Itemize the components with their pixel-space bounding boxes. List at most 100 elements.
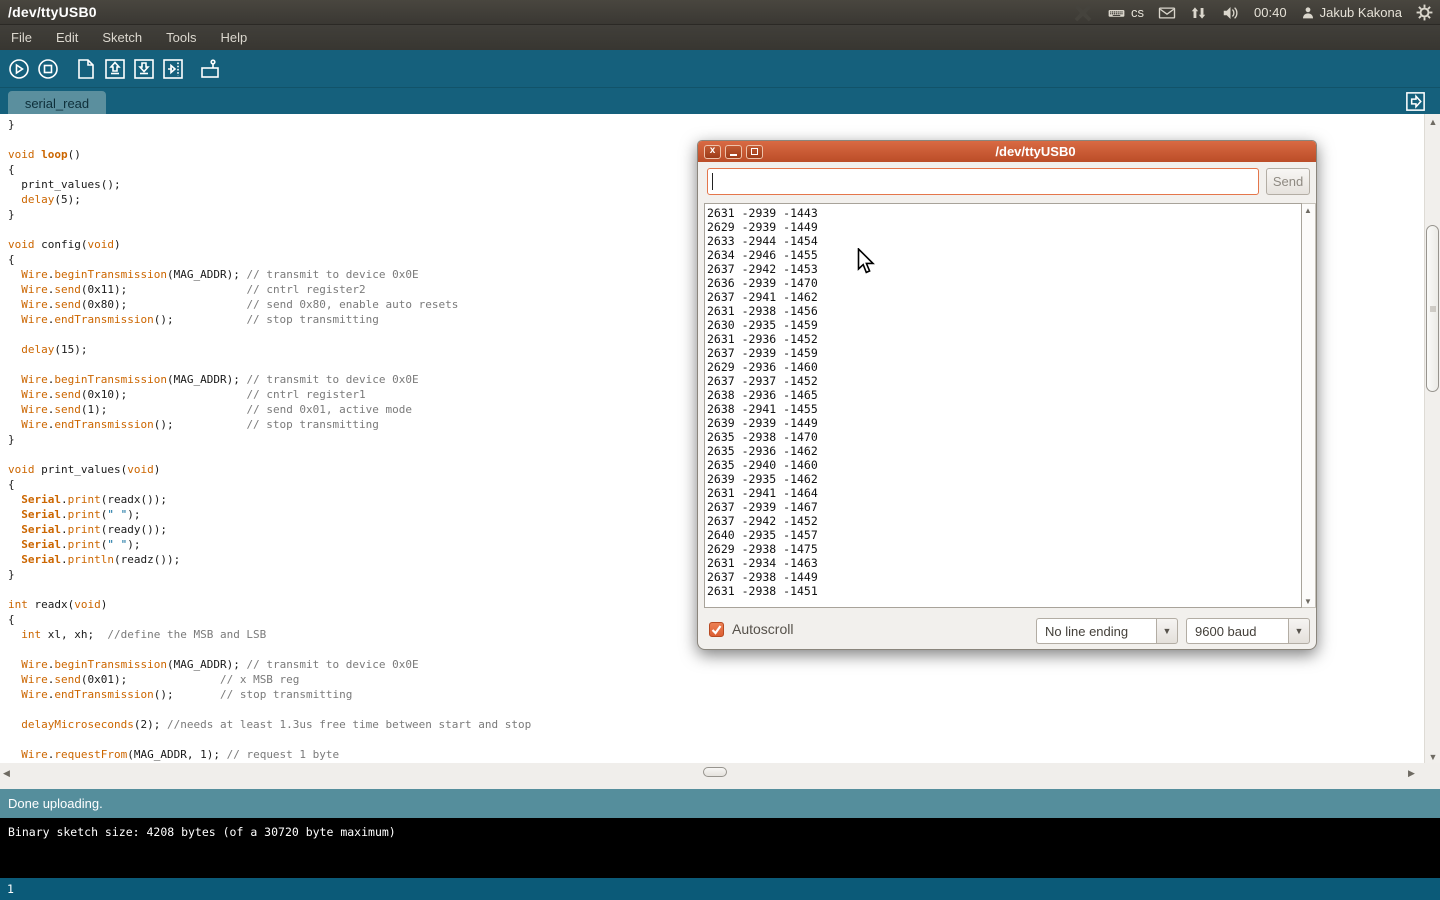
- serial-row: 2637 -2938 -1449: [707, 570, 1301, 584]
- console-output: Binary sketch size: 4208 bytes (of a 307…: [0, 818, 1440, 878]
- tray-user-menu[interactable]: Jakub Kakona: [1300, 0, 1402, 25]
- verify-button[interactable]: [7, 57, 31, 81]
- new-sketch-button[interactable]: [74, 57, 98, 81]
- tray-sync-arrows[interactable]: [1190, 0, 1207, 25]
- serial-window-title: /dev/ttyUSB0: [763, 144, 1316, 159]
- tray-drivers-pinwheel[interactable]: [1073, 0, 1093, 25]
- save-sketch-button[interactable]: [132, 57, 156, 81]
- scroll-grip-icon: [1430, 306, 1436, 311]
- clock-label: 00:40: [1254, 5, 1287, 20]
- editor-vscroll-thumb[interactable]: [1426, 225, 1439, 392]
- serial-row: 2631 -2941 -1464: [707, 486, 1301, 500]
- serial-bottom-bar: Autoscroll No line ending ▼ 9600 baud ▼: [698, 616, 1316, 651]
- chevron-down-icon[interactable]: ▼: [1288, 618, 1310, 644]
- tray-session-gear[interactable]: [1415, 0, 1434, 25]
- system-tray: cs 00:40 Jakub Kakona: [1073, 0, 1434, 25]
- tab-menu-arrow-icon: [1404, 90, 1427, 113]
- serial-monitor-icon: [198, 57, 222, 81]
- serial-row: 2630 -2935 -1459: [707, 318, 1301, 332]
- stop-button[interactable]: [36, 57, 60, 81]
- drivers-pinwheel-icon: [1073, 3, 1093, 23]
- arrow-cursor-icon: [857, 248, 876, 276]
- line-indicator: 1: [7, 882, 14, 896]
- scroll-left-arrow-icon[interactable]: ◀: [3, 768, 10, 779]
- menu-item-tools[interactable]: Tools: [166, 30, 196, 45]
- editor-horizontal-scrollbar[interactable]: ◀ ▶: [0, 763, 1440, 789]
- serial-row: 2629 -2938 -1475: [707, 542, 1301, 556]
- code-line: [8, 732, 1424, 747]
- tab-menu-button[interactable]: [1404, 90, 1427, 113]
- upload-icon: [161, 57, 185, 81]
- serial-send-input[interactable]: [707, 168, 1259, 195]
- maximize-button[interactable]: [746, 145, 763, 159]
- serial-row: 2631 -2936 -1452: [707, 332, 1301, 346]
- serial-window-titlebar[interactable]: x /dev/ttyUSB0: [698, 141, 1316, 162]
- scroll-down-arrow-icon[interactable]: ▼: [1425, 752, 1440, 762]
- serial-row: 2639 -2939 -1449: [707, 416, 1301, 430]
- tray-volume-speaker[interactable]: [1220, 0, 1241, 25]
- serial-row: 2631 -2934 -1463: [707, 556, 1301, 570]
- ide-toolbar: [0, 50, 1440, 87]
- serial-row: 2636 -2939 -1470: [707, 276, 1301, 290]
- menu-item-sketch[interactable]: Sketch: [102, 30, 142, 45]
- serial-row: 2634 -2946 -1455: [707, 248, 1301, 262]
- serial-row: 2637 -2939 -1459: [707, 346, 1301, 360]
- mouse-cursor: [857, 248, 876, 281]
- console-line: Binary sketch size: 4208 bytes (of a 307…: [8, 825, 1440, 839]
- baud-rate-dropdown[interactable]: 9600 baud ▼: [1186, 618, 1310, 644]
- serial-row: 2637 -2941 -1462: [707, 290, 1301, 304]
- send-button[interactable]: Send: [1266, 168, 1310, 195]
- save-sketch-icon: [132, 57, 156, 81]
- close-button[interactable]: x: [704, 145, 721, 159]
- serial-row: 2637 -2942 -1452: [707, 514, 1301, 528]
- serial-row: 2635 -2936 -1462: [707, 444, 1301, 458]
- autoscroll-label: Autoscroll: [732, 621, 793, 637]
- open-sketch-button[interactable]: [103, 57, 127, 81]
- scroll-right-arrow-icon[interactable]: ▶: [1408, 768, 1415, 779]
- scroll-up-arrow-icon[interactable]: ▲: [1302, 206, 1314, 215]
- serial-scrollbar[interactable]: ▲ ▼: [1302, 203, 1316, 608]
- tray-label: cs: [1131, 5, 1144, 20]
- serial-row: 2631 -2939 -1443: [707, 206, 1301, 220]
- editor-hscroll-thumb[interactable]: [703, 767, 727, 777]
- serial-monitor-button[interactable]: [198, 57, 222, 81]
- autoscroll-checkbox[interactable]: [709, 622, 724, 637]
- editor-vertical-scrollbar[interactable]: ▲ ▼: [1424, 114, 1440, 765]
- menu-item-edit[interactable]: Edit: [56, 30, 78, 45]
- serial-row: 2635 -2940 -1460: [707, 458, 1301, 472]
- serial-row: 2633 -2944 -1454: [707, 234, 1301, 248]
- code-line: }: [8, 117, 1424, 132]
- chevron-down-icon[interactable]: ▼: [1156, 618, 1178, 644]
- scroll-up-arrow-icon[interactable]: ▲: [1425, 117, 1440, 127]
- line-ending-dropdown[interactable]: No line ending ▼: [1036, 618, 1178, 644]
- volume-speaker-icon: [1220, 4, 1241, 22]
- menu-bar: File Edit Sketch Tools Help: [0, 25, 1440, 50]
- serial-output-area[interactable]: 2631 -2939 -14432629 -2939 -14492633 -29…: [704, 203, 1302, 608]
- tray-keyboard[interactable]: cs: [1106, 0, 1144, 25]
- desktop: { "desktop": { "window_title": "/dev/tty…: [0, 0, 1440, 900]
- scroll-down-arrow-icon[interactable]: ▼: [1302, 597, 1314, 606]
- serial-row: 2640 -2935 -1457: [707, 528, 1301, 542]
- menu-item-help[interactable]: Help: [220, 30, 247, 45]
- user-menu-label: Jakub Kakona: [1320, 5, 1402, 20]
- serial-row: 2631 -2938 -1451: [707, 584, 1301, 598]
- line-indicator-strip: 1: [0, 878, 1440, 900]
- session-gear-icon: [1415, 3, 1434, 22]
- code-line: Wire.beginTransmission(MAG_ADDR); // tra…: [8, 657, 1424, 672]
- serial-row: 2637 -2939 -1467: [707, 500, 1301, 514]
- serial-row: 2639 -2935 -1462: [707, 472, 1301, 486]
- sync-arrows-icon: [1190, 4, 1207, 22]
- minimize-button[interactable]: [725, 145, 742, 159]
- code-line: delayMicroseconds(2); //needs at least 1…: [8, 717, 1424, 732]
- serial-row: 2631 -2938 -1456: [707, 304, 1301, 318]
- tray-clock[interactable]: 00:40: [1254, 0, 1287, 25]
- mail-envelope-icon: [1157, 4, 1177, 22]
- verify-icon: [7, 57, 31, 81]
- menu-item-file[interactable]: File: [11, 30, 32, 45]
- tray-mail-envelope[interactable]: [1157, 0, 1177, 25]
- window-controls: x: [704, 145, 763, 159]
- tab-serial-read[interactable]: serial_read: [8, 91, 106, 115]
- line-ending-value: No line ending: [1036, 618, 1156, 644]
- stop-icon: [36, 57, 60, 81]
- upload-button[interactable]: [161, 57, 185, 81]
